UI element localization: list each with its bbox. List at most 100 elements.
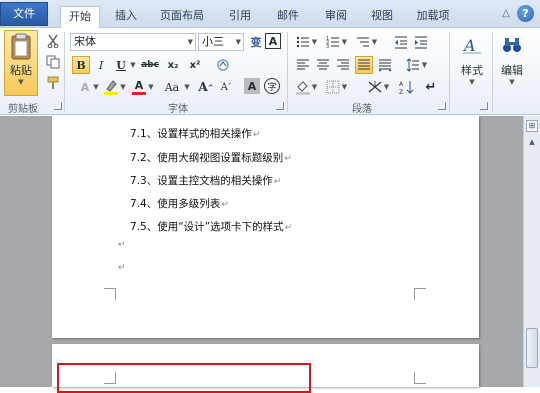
styles-dropdown-icon[interactable]: ▼	[469, 78, 474, 86]
editing-label: 编辑	[501, 64, 523, 77]
strikethrough-button[interactable]: abc	[140, 56, 160, 74]
toc-line[interactable]: 7.2、使用大纲视图设置标题级别↵	[130, 150, 292, 165]
multilevel-list-icon[interactable]	[354, 33, 372, 51]
tab-review[interactable]: 审阅	[318, 6, 354, 28]
paragraph-mark: ↵	[118, 240, 126, 250]
group-separator	[287, 32, 288, 112]
scroll-up-icon[interactable]: ▲	[526, 138, 538, 150]
align-left-icon[interactable]	[294, 56, 312, 74]
enclose-characters-button[interactable]: 字	[264, 78, 280, 94]
distributed-icon[interactable]	[376, 56, 394, 74]
toc-line[interactable]: 7.4、使用多级列表↵	[130, 196, 229, 211]
styles-dialog-launcher[interactable]	[480, 102, 488, 110]
paragraph-dialog-launcher[interactable]	[438, 102, 446, 110]
ruler-toggle-icon[interactable]: ⊞	[526, 120, 538, 132]
change-case-button[interactable]: Aa	[160, 78, 184, 96]
copy-icon[interactable]	[44, 53, 62, 71]
numbering-icon[interactable]: 123	[324, 33, 342, 51]
tab-insert[interactable]: 插入	[108, 6, 144, 28]
highlighter-dropdown-icon[interactable]: ▼	[119, 78, 127, 96]
tab-view[interactable]: 视图	[364, 6, 400, 28]
change-case-dropdown-icon[interactable]: ▼	[183, 78, 191, 96]
paste-dropdown-icon[interactable]: ▼	[18, 78, 23, 86]
shading-dropdown-icon[interactable]: ▼	[311, 78, 318, 96]
document-page[interactable]: 7.1、设置样式的相关操作↵ 7.2、使用大纲视图设置标题级别↵ 7.3、设置主…	[52, 116, 479, 338]
underline-dropdown-icon[interactable]: ▼	[129, 56, 137, 74]
chevron-down-icon[interactable]: ▼	[236, 34, 241, 50]
toc-line[interactable]: 7.5、使用“设计”选项卡下的样式↵	[130, 219, 292, 234]
svg-text:A: A	[399, 81, 404, 88]
chinese-layout-icon[interactable]	[366, 78, 384, 96]
bullets-dropdown-icon[interactable]: ▼	[311, 33, 318, 51]
superscript-button[interactable]: x²	[186, 56, 204, 74]
shading-icon[interactable]	[294, 78, 312, 96]
group-separator	[64, 32, 65, 112]
binoculars-icon	[503, 38, 521, 52]
format-painter-icon[interactable]	[44, 74, 62, 92]
align-center-icon[interactable]	[314, 56, 332, 74]
svg-text:3: 3	[326, 44, 329, 49]
document-page[interactable]	[52, 344, 479, 393]
tab-references[interactable]: 引用	[222, 6, 258, 28]
tab-mailings[interactable]: 邮件	[270, 6, 306, 28]
align-right-icon[interactable]	[334, 56, 352, 74]
highlighter-icon[interactable]	[102, 78, 120, 96]
chevron-down-icon[interactable]: ▼	[188, 34, 193, 50]
toc-line[interactable]: 7.3、设置主控文档的相关操作↵	[130, 173, 281, 188]
sort-icon[interactable]: AZ	[398, 78, 416, 96]
grow-font-button[interactable]: A ^	[197, 78, 215, 96]
bold-button[interactable]: B	[72, 56, 90, 74]
subscript-button[interactable]: x₂	[164, 56, 182, 74]
font-color-button[interactable]: A	[130, 78, 148, 96]
character-shading-button[interactable]: A	[244, 78, 260, 94]
cut-icon[interactable]	[44, 32, 62, 50]
help-icon[interactable]: ?	[517, 5, 534, 22]
font-color-swatch	[132, 92, 146, 95]
line-spacing-dropdown-icon[interactable]: ▼	[421, 56, 428, 74]
ribbon-tab-bar: 文件 开始 插入 页面布局 引用 邮件 审阅 视图 加载项 △ ?	[0, 0, 540, 29]
decrease-indent-icon[interactable]	[392, 33, 410, 51]
svg-text:Z: Z	[399, 89, 403, 95]
italic-button[interactable]: I	[92, 56, 110, 74]
tab-home[interactable]: 开始	[60, 6, 100, 29]
multilevel-dropdown-icon[interactable]: ▼	[371, 33, 378, 51]
collapse-ribbon-icon[interactable]: △	[499, 8, 513, 20]
bullets-icon[interactable]	[294, 33, 312, 51]
chinese-layout-dropdown-icon[interactable]: ▼	[383, 78, 390, 96]
font-size-value: 小三	[202, 35, 224, 48]
clipboard-dialog-launcher[interactable]	[54, 102, 62, 110]
font-name-input[interactable]: 宋体 ▼	[70, 33, 196, 51]
styles-button[interactable]: A 样式 ▼	[455, 31, 489, 95]
editing-dropdown-icon[interactable]: ▼	[509, 78, 514, 86]
editing-button[interactable]: 编辑 ▼	[496, 31, 528, 95]
increase-indent-icon[interactable]	[412, 33, 430, 51]
vertical-scrollbar[interactable]: ⊞ ▲	[523, 116, 540, 387]
text-effects-icon[interactable]	[214, 56, 232, 74]
scroll-thumb[interactable]	[526, 328, 538, 368]
shrink-font-button[interactable]: Aˇ	[217, 78, 235, 96]
svg-text:A: A	[462, 36, 476, 55]
numbering-dropdown-icon[interactable]: ▼	[341, 33, 348, 51]
tab-page-layout[interactable]: 页面布局	[150, 6, 214, 28]
tab-addins[interactable]: 加载项	[408, 6, 458, 28]
line-spacing-icon[interactable]	[404, 56, 422, 74]
clipboard-icon	[11, 33, 31, 60]
toc-line[interactable]: 7.1、设置样式的相关操作↵	[130, 126, 260, 141]
paste-button[interactable]: 粘贴 ▼	[4, 30, 38, 96]
group-separator	[449, 32, 450, 112]
show-hide-marks-icon[interactable]: ↵	[422, 78, 440, 96]
font-dialog-launcher[interactable]	[276, 102, 284, 110]
ribbon: 粘贴 ▼ 剪贴板 宋体 ▼ 小三 ▼ 变 A B I U ▼ abc x₂ x²…	[0, 28, 540, 115]
margin-corner-mark	[414, 288, 426, 300]
justify-icon[interactable]	[355, 56, 373, 74]
borders-icon[interactable]	[324, 78, 342, 96]
character-border-icon[interactable]: A	[265, 33, 281, 49]
font-color-dropdown-icon[interactable]: ▼	[147, 78, 155, 96]
borders-dropdown-icon[interactable]: ▼	[341, 78, 348, 96]
tab-file[interactable]: 文件	[0, 2, 48, 26]
underline-button[interactable]: U	[112, 56, 130, 74]
text-effects-dropdown-icon[interactable]: ▼	[92, 78, 100, 96]
clear-formatting-icon[interactable]: 变	[247, 33, 265, 51]
font-size-input[interactable]: 小三 ▼	[198, 33, 244, 51]
document-canvas[interactable]: 7.1、设置样式的相关操作↵ 7.2、使用大纲视图设置标题级别↵ 7.3、设置主…	[0, 116, 523, 393]
